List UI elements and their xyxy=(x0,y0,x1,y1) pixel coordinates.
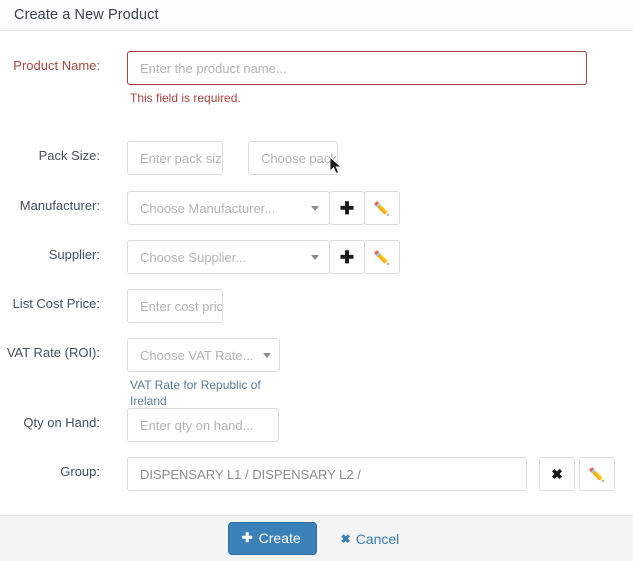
list-cost-price-placeholder: Enter cost price... xyxy=(140,298,223,314)
form-row-pack-size: Pack Size: Enter pack size... Choose pac… xyxy=(0,141,633,175)
qty-on-hand-input[interactable]: Enter qty on hand... xyxy=(127,408,279,442)
field-line-group: DISPENSARY L1 / DISPENSARY L2 / ✖ ✏️ xyxy=(127,457,615,491)
manufacturer-placeholder: Choose Manufacturer... xyxy=(140,200,276,216)
edit-supplier-button[interactable]: ✏️ xyxy=(364,240,400,274)
label-product-name: Product Name: xyxy=(13,58,100,73)
product-name-placeholder: Enter the product name... xyxy=(140,60,287,76)
pack-size-qty-input[interactable]: Enter pack size... xyxy=(127,141,223,175)
label-list-cost-price: List Cost Price: xyxy=(12,296,100,311)
chevron-down-icon xyxy=(311,205,319,211)
vat-rate-help-text: VAT Rate for Republic of Ireland xyxy=(130,378,261,409)
field-line-supplier: Choose Supplier... ✚ ✏️ xyxy=(127,240,400,274)
form-row-list-cost-price: List Cost Price: Enter cost price... xyxy=(0,289,633,323)
chevron-down-icon xyxy=(263,352,272,358)
plus-icon: ✚ xyxy=(241,530,253,545)
field-line-list-cost-price: Enter cost price... xyxy=(127,289,223,323)
qty-on-hand-placeholder: Enter qty on hand... xyxy=(140,417,254,433)
plus-icon: ✚ xyxy=(339,198,355,218)
close-x-icon: ✖ xyxy=(340,531,351,546)
list-cost-price-input[interactable]: Enter cost price... xyxy=(127,289,223,323)
form-row-manufacturer: Manufacturer: Choose Manufacturer... ✚ ✏… xyxy=(0,191,633,225)
label-qty-on-hand: Qty on Hand: xyxy=(23,415,100,430)
field-line-qty-on-hand: Enter qty on hand... xyxy=(127,408,279,442)
edit-group-button[interactable]: ✏️ xyxy=(579,457,615,491)
pencil-icon: ✏️ xyxy=(588,466,606,482)
vat-rate-select[interactable]: Choose VAT Rate... xyxy=(127,338,280,372)
create-button[interactable]: ✚ Create xyxy=(227,522,317,555)
form-row-supplier: Supplier: Choose Supplier... ✚ ✏️ xyxy=(0,240,633,274)
label-pack-size: Pack Size: xyxy=(38,148,100,163)
supplier-select[interactable]: Choose Supplier... xyxy=(127,240,330,274)
modal-footer: ✚ Create ✖ Cancel xyxy=(0,515,633,561)
group-display-field[interactable]: DISPENSARY L1 / DISPENSARY L2 / xyxy=(127,457,527,491)
close-x-icon: ✖ xyxy=(551,466,563,482)
group-value: DISPENSARY L1 / DISPENSARY L2 / xyxy=(140,466,361,482)
page-title: Create a New Product xyxy=(14,7,159,23)
cancel-button[interactable]: ✖ Cancel xyxy=(335,530,406,548)
field-group-product-name: Enter the product name... This field is … xyxy=(127,51,587,105)
label-vat-rate: VAT Rate (ROI): xyxy=(6,345,100,360)
cancel-button-label: Cancel xyxy=(355,530,400,547)
form-row-product-name: Product Name: Enter the product name... … xyxy=(0,51,633,105)
vat-rate-placeholder: Choose VAT Rate... xyxy=(140,347,254,363)
field-group-group: DISPENSARY L1 / DISPENSARY L2 / ✖ ✏️ xyxy=(127,457,615,491)
group-actions: ✖ ✏️ xyxy=(535,457,615,491)
field-line-product-name: Enter the product name... xyxy=(127,51,587,85)
pencil-icon: ✏️ xyxy=(373,200,391,216)
field-line-pack-size: Enter pack size... Choose pack unit... xyxy=(127,141,338,175)
edit-manufacturer-button[interactable]: ✏️ xyxy=(364,191,400,225)
label-manufacturer: Manufacturer: xyxy=(19,198,100,213)
form-row-qty-on-hand: Qty on Hand: Enter qty on hand... xyxy=(0,408,633,442)
modal-body: Product Name: Enter the product name... … xyxy=(0,31,633,515)
field-group-vat-rate: Choose VAT Rate... VAT Rate for Republic… xyxy=(127,338,280,409)
plus-icon: ✚ xyxy=(339,247,355,267)
clear-group-button[interactable]: ✖ xyxy=(539,457,575,491)
add-supplier-button[interactable]: ✚ xyxy=(329,240,365,274)
label-group: Group: xyxy=(60,464,100,479)
pack-unit-select[interactable]: Choose pack unit... xyxy=(248,141,338,175)
manufacturer-select[interactable]: Choose Manufacturer... xyxy=(127,191,330,225)
pack-size-qty-placeholder: Enter pack size... xyxy=(140,150,222,166)
product-name-input[interactable]: Enter the product name... xyxy=(127,51,587,85)
pencil-icon: ✏️ xyxy=(373,249,391,265)
add-manufacturer-button[interactable]: ✚ xyxy=(329,191,365,225)
chevron-down-icon xyxy=(311,254,319,260)
field-line-vat-rate: Choose VAT Rate... xyxy=(127,338,280,372)
field-line-manufacturer: Choose Manufacturer... ✚ ✏️ xyxy=(127,191,400,225)
pack-unit-placeholder: Choose pack unit... xyxy=(261,150,337,166)
field-group-qty-on-hand: Enter qty on hand... xyxy=(127,408,279,442)
form-row-vat-rate: VAT Rate (ROI): Choose VAT Rate... VAT R… xyxy=(0,338,633,409)
supplier-placeholder: Choose Supplier... xyxy=(140,249,247,265)
field-group-manufacturer: Choose Manufacturer... ✚ ✏️ xyxy=(127,191,400,225)
label-supplier: Supplier: xyxy=(48,247,100,262)
form-row-group: Group: DISPENSARY L1 / DISPENSARY L2 / ✖… xyxy=(0,457,633,491)
field-group-list-cost-price: Enter cost price... xyxy=(127,289,223,323)
modal-header: Create a New Product xyxy=(0,0,633,31)
field-group-supplier: Choose Supplier... ✚ ✏️ xyxy=(127,240,400,274)
create-button-label: Create xyxy=(258,530,301,546)
product-name-error-message: This field is required. xyxy=(130,91,241,105)
field-group-pack-size: Enter pack size... Choose pack unit... xyxy=(127,141,338,175)
